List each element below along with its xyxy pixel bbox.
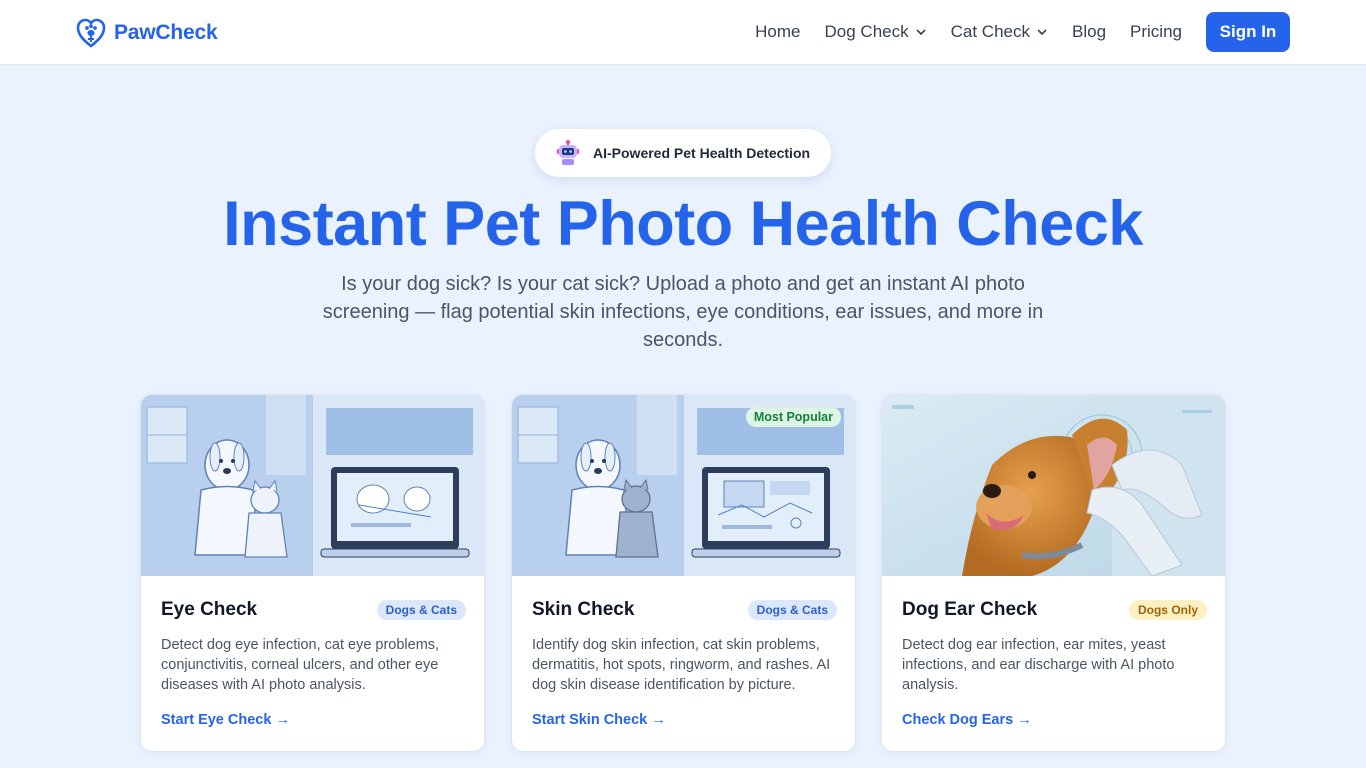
paw-heart-icon <box>76 18 106 48</box>
card-description: Detect dog eye infection, cat eye proble… <box>161 637 440 693</box>
chevron-down-icon <box>916 29 926 36</box>
dog-ear-check-header: Dog Ear Check Dogs Only <box>902 597 1207 623</box>
eye-check-header: Eye Check Dogs & Cats <box>161 597 466 623</box>
nav-dog-check-label: Dog Check <box>824 22 909 41</box>
eye-check-card[interactable]: Eye Check Dogs & Cats Detect dog eye inf… <box>140 394 485 752</box>
nav-cat-check-label: Cat Check <box>950 22 1030 41</box>
nav-blog-label: Blog <box>1072 22 1107 41</box>
hero-badge-text: AI-Powered Pet Health Detection <box>593 145 811 161</box>
nav-blog[interactable]: Blog <box>1072 22 1106 42</box>
most-popular-badge: Most Popular <box>745 407 841 427</box>
dog-ear-check-card[interactable]: Dog Ear Check Dogs Only Detect dog ear i… <box>881 394 1226 752</box>
nav-pricing-label: Pricing <box>1130 22 1182 41</box>
nav-dog-check[interactable]: Dog Check <box>825 22 927 42</box>
eye-check-body: Eye Check Dogs & Cats Detect dog eye inf… <box>161 597 466 695</box>
nav-home-label: Home <box>755 22 801 41</box>
top-navbar: PawCheck Home Dog Check Cat Check Blog P… <box>0 0 1366 65</box>
nav-cat-check[interactable]: Cat Check <box>951 22 1048 42</box>
robot-icon <box>557 140 579 165</box>
nav-menu: Home Dog Check Cat Check Blog Pricing Si… <box>755 12 1290 52</box>
hero-badge: AI-Powered Pet Health Detection <box>535 129 831 177</box>
card-description: Detect dog ear infection, ear mites, yea… <box>902 637 1175 693</box>
species-badge: Dogs & Cats <box>747 600 837 620</box>
card-title: Dog Ear Check <box>902 599 1038 620</box>
start-skin-check-link[interactable]: Start Skin Check → <box>532 712 666 728</box>
species-badge: Dogs Only <box>1128 600 1207 620</box>
chevron-down-icon <box>1037 29 1047 36</box>
eye-check-illustration <box>141 395 484 576</box>
hero-title: Instant Pet Photo Health Check <box>223 189 1143 259</box>
hero-subtitle: Is your dog sick? Is your cat sick? Uplo… <box>322 273 1044 351</box>
dog-ear-check-body: Dog Ear Check Dogs Only Detect dog ear i… <box>902 597 1207 695</box>
nav-home[interactable]: Home <box>755 22 800 42</box>
check-dog-ears-link[interactable]: Check Dog Ears → <box>902 712 1032 728</box>
brand-name: PawCheck <box>114 21 218 44</box>
skin-check-header: Skin Check Dogs & Cats <box>532 597 837 623</box>
nav-pricing[interactable]: Pricing <box>1130 22 1182 42</box>
card-title: Skin Check <box>532 599 635 620</box>
brand-logo[interactable]: PawCheck <box>76 16 218 50</box>
skin-check-body: Skin Check Dogs & Cats Identify dog skin… <box>532 597 837 695</box>
dog-ear-photo <box>882 395 1225 576</box>
start-eye-check-link[interactable]: Start Eye Check → <box>161 712 290 728</box>
skin-check-card[interactable]: Most Popular Skin Check Dogs & Cats Iden… <box>511 394 856 752</box>
card-description: Identify dog skin infection, cat skin pr… <box>532 637 831 693</box>
species-badge: Dogs & Cats <box>376 600 466 620</box>
card-title: Eye Check <box>161 599 258 620</box>
sign-in-button[interactable]: Sign In <box>1206 12 1290 52</box>
